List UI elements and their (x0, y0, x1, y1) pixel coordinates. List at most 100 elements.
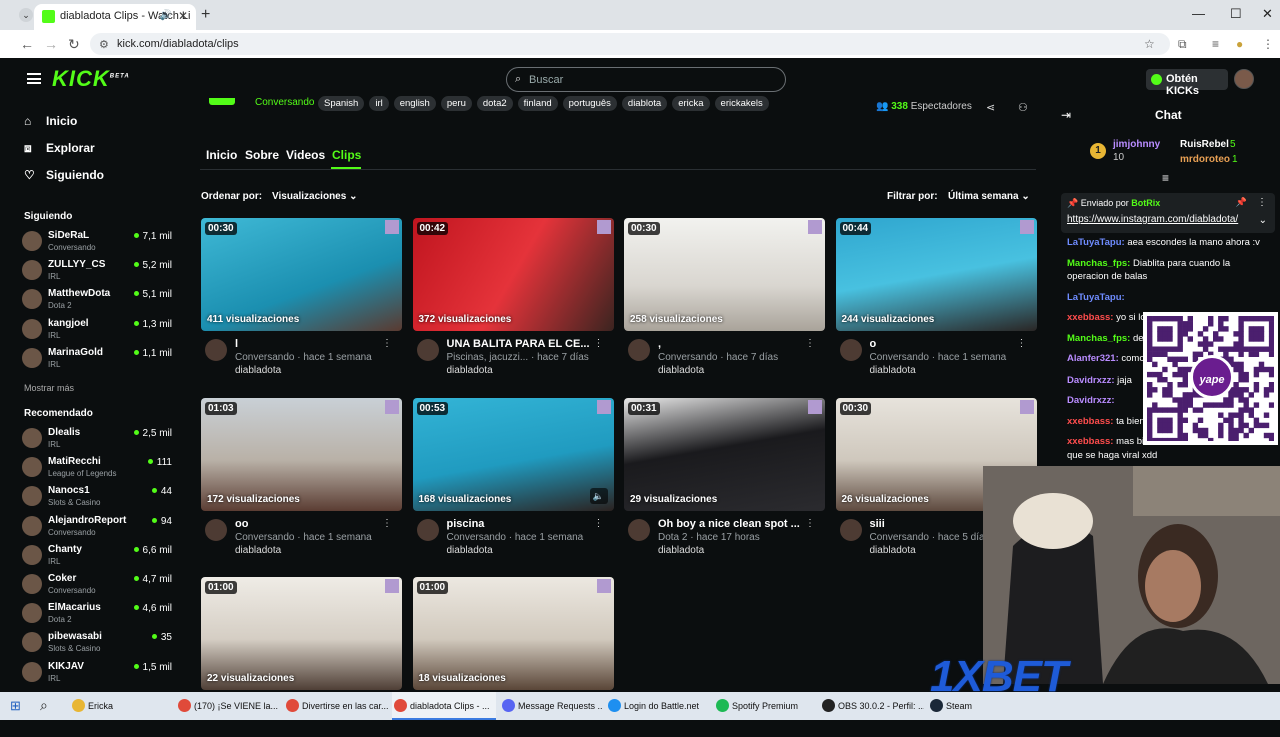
channel-tag[interactable]: Spanish (318, 96, 365, 111)
clip-title[interactable]: , (658, 338, 813, 350)
chat-username[interactable]: Davidrxzz: (1067, 395, 1115, 406)
search-input[interactable]: ⌕ Buscar (506, 67, 786, 92)
channel-tag[interactable]: finland (517, 96, 558, 111)
sidebar-channel[interactable]: ElMacarius Dota 2 4,6 mil (22, 599, 174, 627)
sidebar-channel[interactable]: SiDeRaL Conversando 7,1 mil (22, 227, 174, 255)
clip-author[interactable]: diabladota (870, 545, 916, 556)
sidebar-channel[interactable]: AlejandroReport Conversando 94 (22, 512, 174, 540)
chat-username[interactable]: Alanfer321: (1067, 353, 1119, 364)
taskbar-app[interactable]: Message Requests ... (500, 692, 602, 720)
channel-tag[interactable]: português (562, 96, 617, 111)
sidebar-channel[interactable]: Coker Conversando 4,7 mil (22, 570, 174, 598)
close-tab-icon[interactable]: ✕ (178, 9, 188, 23)
get-kicks-button[interactable]: Obtén KICKs (1146, 69, 1228, 97)
user-avatar[interactable] (1234, 69, 1254, 89)
sidebar-channel[interactable]: ZULLYY_CS IRL 5,2 mil (22, 256, 174, 284)
browser-tab-active[interactable]: diabladota Clips - Watch Li 🔊 ✕ (34, 4, 196, 30)
clip-menu-icon[interactable]: ⋮ (382, 338, 392, 349)
nav-inicio[interactable]: ⌂ Inicio (24, 114, 77, 128)
nav-explorar[interactable]: ⧈ Explorar (24, 141, 95, 156)
browser-menu-icon[interactable]: ⋮ (1262, 37, 1274, 51)
clip-author[interactable]: diabladota (870, 365, 916, 376)
expand-leaderboard-icon[interactable]: ≡ (1162, 171, 1169, 185)
close-window-button[interactable]: ✕ (1262, 6, 1273, 22)
clip-author[interactable]: diabladota (235, 365, 281, 376)
taskbar-app[interactable]: Steam (928, 692, 988, 720)
sidebar-channel[interactable]: MatthewDota Dota 2 5,1 mil (22, 285, 174, 313)
channel-tag[interactable]: diablota (621, 96, 668, 111)
tab-search-button[interactable]: ⌄ (19, 8, 33, 22)
chat-username[interactable]: LaTuyaTapu: (1067, 237, 1125, 248)
chevron-down-icon[interactable]: ⌄ (1259, 215, 1267, 226)
back-icon[interactable]: ← (20, 36, 34, 52)
sort-dropdown[interactable]: Visualizaciones ⌄ (272, 191, 357, 202)
chat-username[interactable]: Davidrxzz: (1067, 375, 1115, 386)
sidebar-channel[interactable]: MatiRecchi League of Legends 111 (22, 453, 174, 481)
url-field[interactable]: ⚙ kick.com/diabladota/clips (90, 33, 1170, 55)
nav-siguiendo[interactable]: ♡ Siguiendo (24, 168, 104, 182)
sidebar-channel[interactable]: KIKJAV IRL 1,5 mil (22, 658, 174, 686)
clip-menu-icon[interactable]: ⋮ (805, 518, 815, 529)
unpin-icon[interactable]: 📌 (1236, 197, 1247, 208)
chat-username[interactable]: Manchas_fps: (1067, 333, 1130, 344)
clip-card[interactable]: 00:44 244 visualizaciones o Conversando · h… (835, 218, 1037, 378)
site-info-icon[interactable]: ⚙ (99, 38, 109, 51)
clip-title[interactable]: l (235, 338, 390, 350)
clip-author[interactable]: diabladota (447, 365, 493, 376)
sidebar-channel[interactable]: kangjoel IRL 1,3 mil (22, 315, 174, 343)
clip-card[interactable]: 00:30 258 visualizaciones, Conversando · h… (624, 218, 825, 378)
maximize-button[interactable]: ☐ (1230, 6, 1242, 22)
clip-author-avatar[interactable] (205, 518, 227, 541)
channel-tag[interactable]: peru (440, 96, 472, 111)
minimize-button[interactable]: — (1192, 6, 1205, 21)
menu-icon[interactable] (27, 73, 41, 84)
taskbar-app[interactable]: Ericka (70, 692, 170, 720)
chat-username[interactable]: xxebbass: (1067, 416, 1113, 427)
clip-menu-icon[interactable]: ⋮ (382, 518, 392, 529)
profile-extension-icon[interactable]: ● (1236, 37, 1243, 51)
chat-username[interactable]: Manchas_fps: (1067, 258, 1130, 269)
clip-author-avatar[interactable] (839, 339, 862, 361)
clip-author-avatar[interactable] (628, 518, 650, 541)
clip-card[interactable]: 00:30 411 visualizaciones l Conversando · h… (201, 218, 402, 378)
clip-author-avatar[interactable] (839, 518, 862, 541)
kick-logo[interactable]: KICKBETA (52, 66, 130, 92)
reload-icon[interactable]: ↻ (68, 36, 80, 53)
taskbar-app[interactable]: (170) ¡Se VIENE la... (176, 692, 280, 720)
clip-menu-icon[interactable]: ⋮ (1017, 338, 1027, 349)
taskbar-search-icon[interactable]: ⌕ (40, 697, 48, 714)
clip-title[interactable]: UNA BALITA PARA EL CE... (447, 338, 602, 350)
taskbar-app[interactable]: Login do Battle.net (606, 692, 710, 720)
taskbar-app[interactable]: Spotify Premium (714, 692, 816, 720)
clip-card[interactable]: 00:53 168 visualizaciones 🔈 piscina Conversa… (412, 397, 614, 558)
chat-username[interactable]: LaTuyaTapu: (1067, 292, 1125, 303)
clip-menu-icon[interactable]: ⋮ (594, 518, 604, 529)
leaderboard-name-2[interactable]: RuisRebel (1180, 139, 1229, 150)
speaker-icon[interactable]: 🔊 (160, 10, 172, 21)
clip-menu-icon[interactable]: ⋮ (594, 338, 604, 349)
channel-tag[interactable]: english (393, 96, 436, 111)
tab-clips[interactable]: Clips (332, 148, 361, 162)
tab-sobre[interactable]: Sobre (245, 148, 279, 162)
extensions-icon[interactable]: ⧉ (1178, 37, 1187, 52)
forward-icon[interactable]: → (44, 36, 58, 52)
clip-author-avatar[interactable] (416, 518, 439, 541)
taskbar-app[interactable]: diabladota Clips - ... (392, 692, 496, 720)
bookmark-star-icon[interactable]: ☆ (1144, 37, 1155, 51)
leaderboard-name-1[interactable]: jimjohnny (1113, 139, 1160, 150)
channel-tag[interactable]: dota2 (476, 96, 513, 111)
pinned-menu-icon[interactable]: ⋮ (1257, 197, 1267, 208)
clip-title[interactable]: piscina (447, 518, 602, 530)
clip-card[interactable]: 01:03 172 visualizaciones oo Conversando · … (201, 397, 402, 558)
clip-author[interactable]: diabladota (658, 365, 704, 376)
sidebar-channel[interactable]: Chanty IRL 6,6 mil (22, 541, 174, 569)
leaderboard-name-3[interactable]: mrdoroteo (1180, 154, 1230, 165)
media-control-icon[interactable]: ≡ (1212, 37, 1219, 51)
taskbar-app[interactable]: Divertirse en las car... (284, 692, 388, 720)
clip-author[interactable]: diabladota (235, 545, 281, 556)
clip-author[interactable]: diabladota (658, 545, 704, 556)
clip-author[interactable]: diabladota (447, 545, 493, 556)
taskbar-app[interactable]: OBS 30.0.2 - Perfil: ... (820, 692, 924, 720)
clip-author-avatar[interactable] (205, 339, 227, 361)
show-more-link[interactable]: Mostrar más (24, 383, 74, 393)
